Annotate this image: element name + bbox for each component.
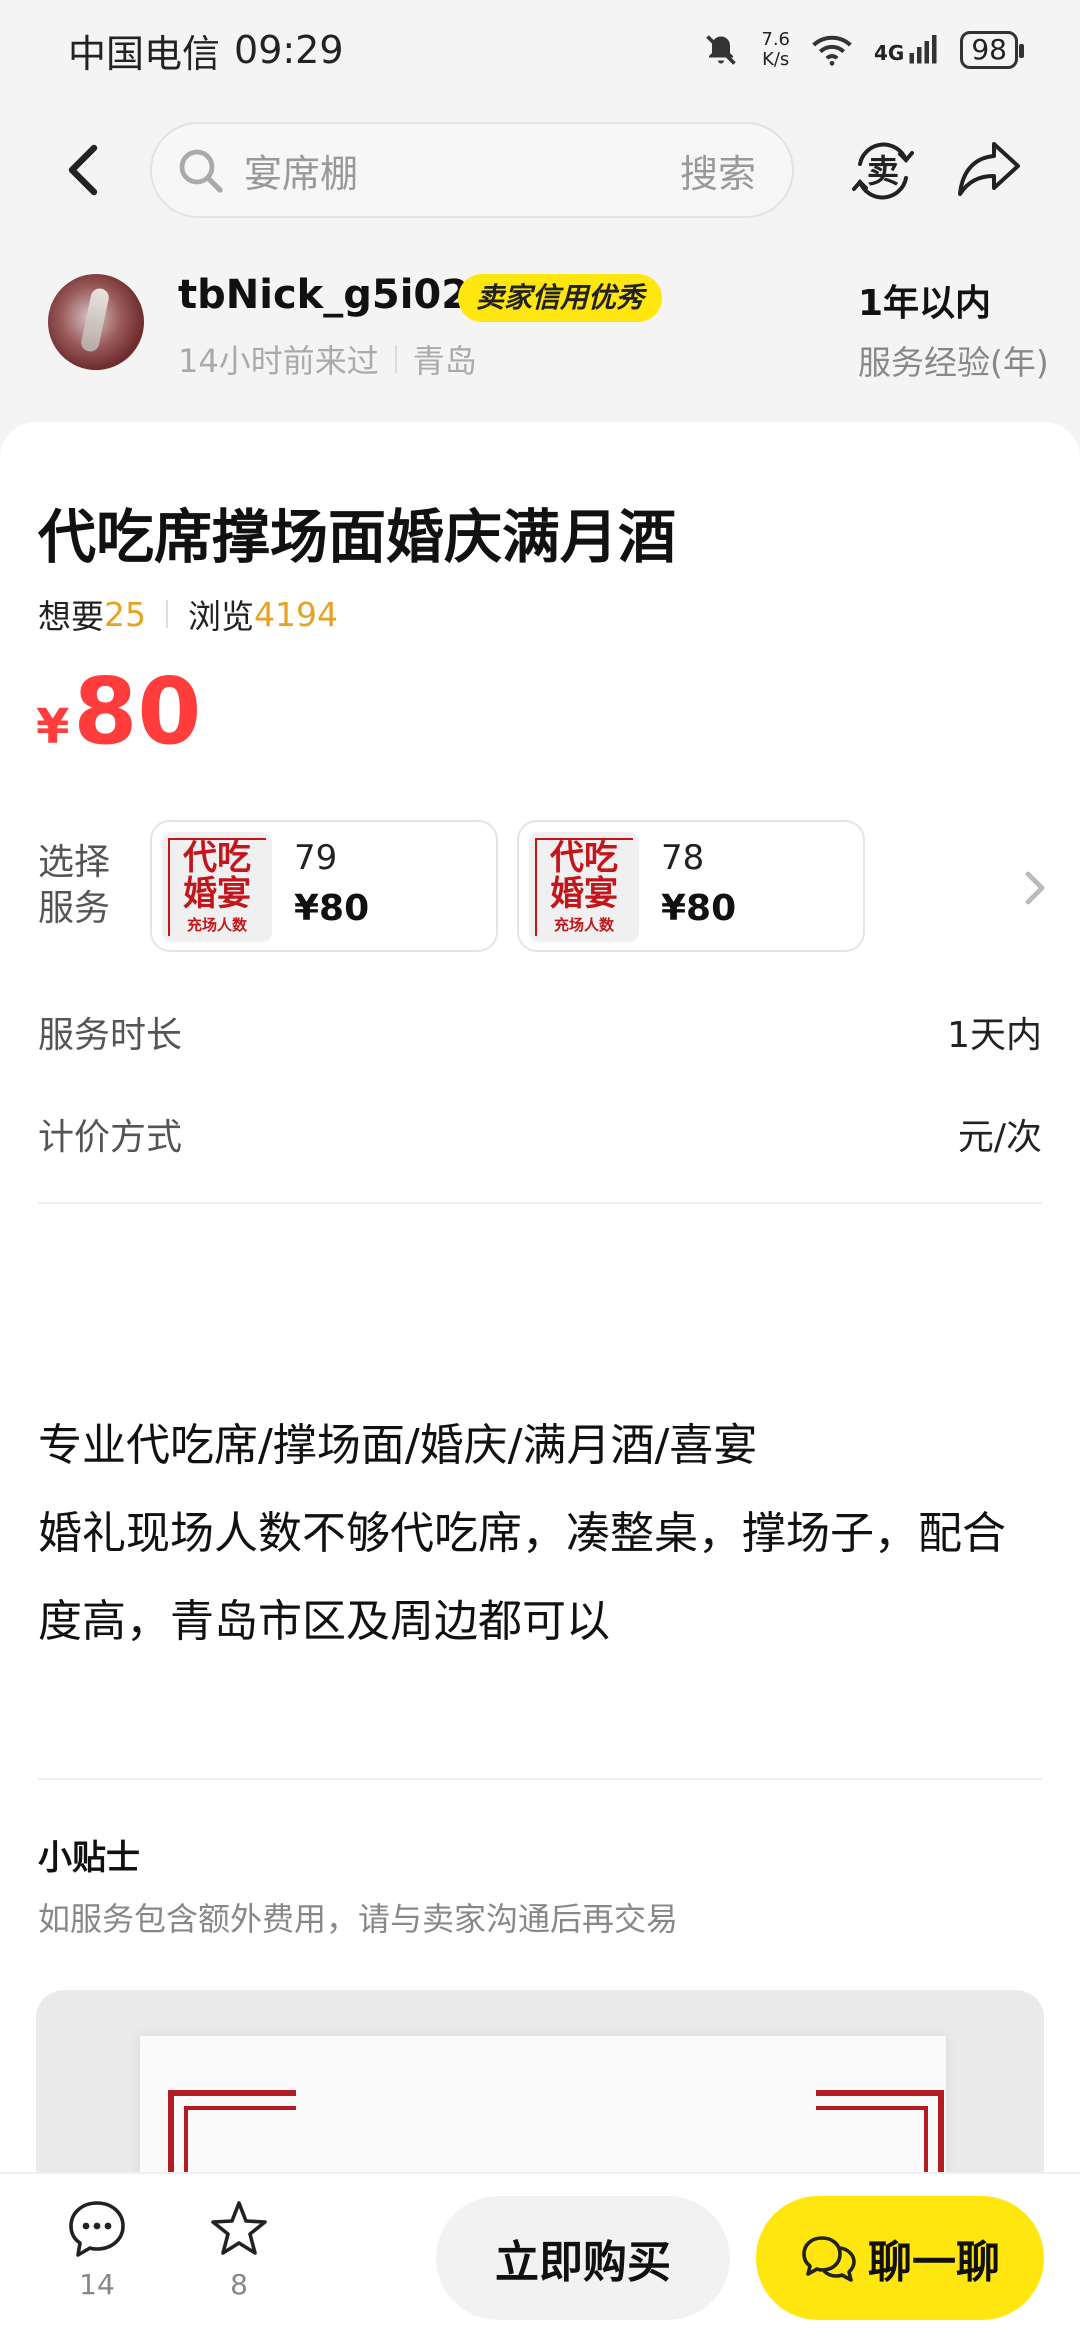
svg-text:卖: 卖 bbox=[867, 152, 899, 190]
share-icon bbox=[958, 142, 1020, 196]
seller-name[interactable]: tbNick_g5i02 bbox=[178, 272, 469, 318]
sell-cycle-icon: 卖 bbox=[852, 142, 914, 200]
currency-symbol: ¥ bbox=[36, 699, 70, 755]
item-description: 专业代吃席/撑场面/婚庆/满月酒/喜宴 婚礼现场人数不够代吃席，凑整桌，撑场子，… bbox=[38, 1402, 1048, 1666]
more-options-button[interactable] bbox=[1020, 868, 1050, 908]
comments-count: 14 bbox=[79, 2268, 115, 2301]
top-nav-bar: 宴席棚 搜索 卖 bbox=[0, 110, 1080, 230]
service-option-price: ¥80 bbox=[661, 888, 737, 929]
item-price: ¥ 80 bbox=[36, 658, 201, 765]
search-input[interactable]: 宴席棚 bbox=[244, 143, 680, 198]
chat-bubbles-icon bbox=[802, 2236, 856, 2282]
pricing-value: 元/次 bbox=[957, 1117, 1042, 1158]
seller-location: 青岛 bbox=[412, 342, 477, 380]
description-line: 专业代吃席/撑场面/婚庆/满月酒/喜宴 bbox=[38, 1420, 758, 1471]
last-seen: 14小时前来过 bbox=[178, 342, 379, 380]
item-image[interactable] bbox=[36, 1990, 1044, 2190]
mute-bell-icon bbox=[706, 35, 737, 65]
search-bar[interactable]: 宴席棚 搜索 bbox=[150, 122, 794, 218]
chevron-left-icon bbox=[68, 144, 98, 196]
service-option-name: 79 bbox=[294, 838, 338, 878]
share-button[interactable] bbox=[956, 138, 1026, 204]
credit-badge: 卖家信用优秀 bbox=[458, 274, 663, 322]
want-count: 25 bbox=[104, 594, 146, 634]
wifi-icon bbox=[812, 35, 852, 66]
item-detail-card: 代吃席撑场面婚庆满月酒 想要 25 浏览 4194 ¥ 80 选择服务 代吃 婚… bbox=[0, 422, 1080, 2190]
status-bar: 中国电信 09:29 7.6 K/s 4G 98 bbox=[0, 0, 1080, 100]
favorite-button[interactable]: 8 bbox=[194, 2198, 284, 2301]
want-label: 想要 bbox=[38, 597, 104, 636]
item-stats: 想要 25 浏览 4194 bbox=[38, 590, 338, 638]
duration-label: 服务时长 bbox=[38, 1015, 183, 1056]
comment-bubble-icon bbox=[69, 2201, 125, 2257]
service-option[interactable]: 代吃 婚宴 充场人数 79 ¥80 bbox=[150, 820, 498, 952]
tips-text: 如服务包含额外费用，请与卖家沟通后再交易 bbox=[38, 1900, 679, 1938]
star-icon bbox=[211, 2201, 267, 2255]
section-divider bbox=[38, 1778, 1042, 1780]
price-amount: 80 bbox=[73, 658, 202, 765]
search-icon bbox=[179, 149, 223, 193]
section-divider bbox=[38, 1202, 1042, 1204]
service-thumbnail: 代吃 婚宴 充场人数 bbox=[529, 832, 639, 942]
service-option[interactable]: 代吃 婚宴 充场人数 78 ¥80 bbox=[517, 820, 865, 952]
battery-indicator: 98 bbox=[960, 31, 1024, 69]
back-button[interactable] bbox=[52, 140, 112, 200]
service-select-label: 选择服务 bbox=[38, 842, 111, 929]
comments-button[interactable]: 14 bbox=[52, 2198, 142, 2301]
seller-info[interactable]: tbNick_g5i02 卖家信用优秀 14小时前来过 青岛 1年以内 服务经验… bbox=[0, 262, 1080, 392]
experience-label: 服务经验(年) bbox=[858, 343, 1049, 382]
meta-divider bbox=[394, 345, 397, 373]
service-option-price: ¥80 bbox=[294, 888, 370, 929]
carrier-name: 中国电信 bbox=[68, 31, 221, 76]
chat-button[interactable]: 聊一聊 bbox=[756, 2196, 1044, 2320]
net-speed: 7.6 K/s bbox=[761, 29, 791, 70]
thumb-frame bbox=[168, 838, 266, 936]
favorites-count: 8 bbox=[230, 2268, 248, 2301]
view-label: 浏览 bbox=[188, 597, 254, 636]
pricing-label: 计价方式 bbox=[38, 1117, 183, 1158]
buy-now-button[interactable]: 立即购买 bbox=[436, 2196, 730, 2320]
description-line: 婚礼现场人数不够代吃席，凑整桌，撑场子，配合度高，青岛市区及周边都可以 bbox=[38, 1508, 1006, 1647]
bottom-action-bar: 14 8 立即购买 聊一聊 bbox=[0, 2172, 1080, 2340]
item-title: 代吃席撑场面婚庆满月酒 bbox=[38, 503, 677, 571]
duration-value: 1天内 bbox=[947, 1015, 1042, 1056]
clock: 09:29 bbox=[234, 28, 344, 72]
tips-title: 小贴士 bbox=[38, 1838, 140, 1878]
chat-label: 聊一聊 bbox=[868, 2238, 1000, 2287]
signal-icon bbox=[909, 35, 937, 64]
experience-value: 1年以内 bbox=[858, 283, 992, 324]
stats-divider bbox=[166, 600, 168, 628]
pricing-row: 计价方式 元/次 bbox=[38, 1108, 1042, 1160]
sell-button[interactable]: 卖 bbox=[848, 136, 918, 206]
duration-row: 服务时长 1天内 bbox=[38, 1006, 1042, 1058]
thumb-frame bbox=[535, 838, 633, 936]
service-option-name: 78 bbox=[661, 838, 705, 878]
chevron-right-icon bbox=[1025, 871, 1045, 905]
service-thumbnail: 代吃 婚宴 充场人数 bbox=[162, 832, 272, 942]
seller-meta: 14小时前来过 青岛 bbox=[178, 336, 477, 382]
search-button[interactable]: 搜索 bbox=[680, 143, 756, 198]
network-type: 4G bbox=[874, 41, 905, 65]
view-count: 4194 bbox=[254, 594, 338, 634]
seller-avatar[interactable] bbox=[48, 274, 144, 370]
